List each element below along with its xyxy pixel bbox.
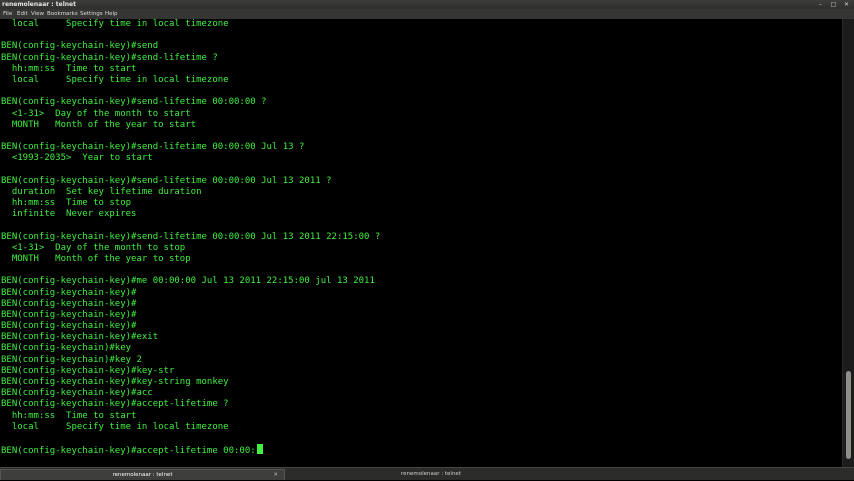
terminal-line: local Specify time in local timezone xyxy=(1,74,229,85)
tab-session-2[interactable]: renemolenaar : telnet xyxy=(286,469,576,480)
terminal-prompt-line: BEN(config-keychain-key)#accept-lifetime… xyxy=(1,444,380,457)
menu-bookmarks[interactable]: Bookmarks xyxy=(47,9,78,19)
tab-label: renemolenaar : telnet xyxy=(112,472,173,478)
minimize-icon[interactable]: – xyxy=(817,1,824,8)
terminal-line: BEN(config-keychain-key)#send-lifetime 0… xyxy=(1,175,332,186)
menu-help[interactable]: Help xyxy=(105,9,118,19)
menu-view[interactable]: View xyxy=(31,9,44,19)
terminal-line: hh:mm:ss Time to start xyxy=(1,63,137,74)
terminal-line: BEN(config-keychain-key)#exit xyxy=(1,332,159,343)
terminal-line: BEN(config-keychain-key)#accept-lifetime… xyxy=(1,399,229,410)
terminal-scrollbar[interactable] xyxy=(842,19,854,467)
terminal-line: BEN(config-keychain-key)#key-str xyxy=(1,365,175,376)
terminal-line: <1-31> Day of the month to start xyxy=(1,108,191,119)
close-icon[interactable]: ✕ xyxy=(273,470,278,481)
tab-session-1[interactable]: renemolenaar : telnet ✕ xyxy=(0,469,285,480)
terminal-line: BEN(config-keychain-key)#send-lifetime 0… xyxy=(1,97,267,108)
maximize-icon[interactable]: □ xyxy=(830,1,837,8)
terminal-line: hh:mm:ss Time to stop xyxy=(1,198,132,208)
window-titlebar: renemolenaar : telnet – □ ✕ xyxy=(0,0,854,9)
menu-edit[interactable]: Edit xyxy=(17,9,28,19)
terminal-line: BEN(config-keychain-key)# xyxy=(1,321,137,332)
terminal-line: BEN(config-keychain-key)# xyxy=(1,298,137,309)
window-title: renemolenaar : telnet xyxy=(2,1,76,8)
terminal-output: local Specify time in local timezone BEN(… xyxy=(1,19,381,457)
terminal-view[interactable]: local Specify time in local timezone BEN(… xyxy=(0,19,842,467)
terminal-line: BEN(config-keychain-key)#key-string monk… xyxy=(1,377,229,387)
scrollbar-thumb[interactable] xyxy=(846,371,851,459)
terminal-line: <1-31> Day of the month to stop xyxy=(1,242,186,253)
terminal-line: local Specify time in local timezone xyxy=(1,19,229,29)
menu-settings[interactable]: Settings xyxy=(80,9,103,19)
text-cursor xyxy=(256,444,263,455)
terminal-line: BEN(config-keychain-key)#send-lifetime 0… xyxy=(1,231,381,242)
terminal-line: BEN(config-keychain-key)# xyxy=(1,309,137,320)
close-icon[interactable]: ✕ xyxy=(843,1,850,8)
window-controls: – □ ✕ xyxy=(817,1,850,8)
terminal-line: BEN(config-keychain-key)#send xyxy=(1,41,159,52)
terminal-line: BEN(config-keychain-key)# xyxy=(1,287,137,298)
terminal-line: hh:mm:ss Time to start xyxy=(1,410,137,421)
terminal-line: duration Set key lifetime duration xyxy=(1,186,202,197)
terminal-line: infinite Never expires xyxy=(1,209,137,220)
tab-bar: renemolenaar : telnet ✕ renemolenaar : t… xyxy=(0,467,854,480)
prompt-text: BEN(config-keychain-key)#accept-lifetime… xyxy=(1,446,256,457)
tab-label: renemolenaar : telnet xyxy=(401,471,461,477)
terminal-line: MONTH Month of the year to start xyxy=(1,119,197,130)
terminal-line: BEN(config-keychain)#key 2 xyxy=(1,354,142,365)
terminal-line: MONTH Month of the year to stop xyxy=(1,253,191,264)
terminal-line: BEN(config-keychain-key)#send-lifetime 0… xyxy=(1,142,305,153)
terminal-line: <1993-2035> Year to start xyxy=(1,153,153,164)
terminal-line: BEN(config-keychain-key)#send-lifetime ? xyxy=(1,52,218,63)
terminal-line: BEN(config-keychain-key)#acc xyxy=(1,388,153,399)
terminal-line: BEN(config-keychain)#key xyxy=(1,343,132,354)
terminal-line: BEN(config-keychain-key)#me 00:00:00 Jul… xyxy=(1,276,375,287)
terminal-line: local Specify time in local timezone xyxy=(1,421,229,432)
menu-file[interactable]: File xyxy=(3,9,12,19)
